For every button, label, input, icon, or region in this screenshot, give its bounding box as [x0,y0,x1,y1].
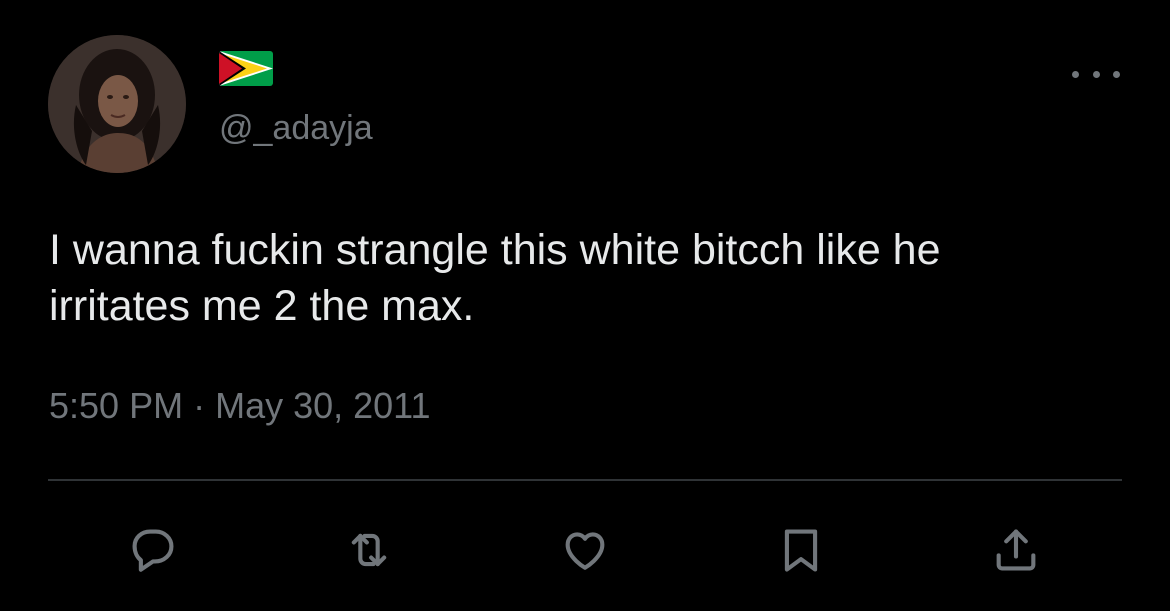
guyana-flag-icon [219,51,273,86]
tweet-text: I wanna fuckin strangle this white bitcc… [49,226,941,330]
more-horizontal-icon-dot [1092,70,1100,78]
more-options-button[interactable] [1072,62,1120,86]
more-horizontal-icon-dot [1072,70,1079,78]
bookmark-button[interactable] [771,520,831,580]
share-button[interactable] [986,520,1046,580]
more-horizontal-icon-dot [1113,70,1120,78]
tweet-date: May 30, 2011 [215,385,431,426]
bookmark-icon [784,529,818,572]
tweet-timestamp[interactable]: 5:50 PM · May 30, 2011 [49,385,431,427]
reply-icon [132,529,174,572]
timestamp-separator: · [193,385,206,426]
share-icon [996,529,1036,571]
like-button[interactable] [555,520,615,580]
heart-icon [565,532,605,570]
divider [48,479,1122,481]
retweet-button[interactable] [339,520,399,580]
retweet-icon [351,533,387,567]
tweet-time: 5:50 PM [49,385,184,426]
avatar[interactable] [48,35,186,173]
reply-button[interactable] [123,520,183,580]
user-handle[interactable]: @_adayja [219,108,373,148]
action-bar [0,520,1170,580]
